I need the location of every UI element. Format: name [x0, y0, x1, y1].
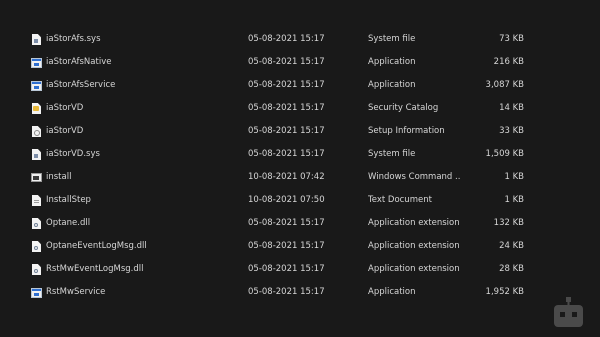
file-name: iaStorAfsNative: [46, 57, 112, 67]
file-name: RstMwEventLogMsg.dll: [46, 264, 144, 274]
file-type: Windows Command ...: [368, 172, 460, 182]
file-name: InstallStep: [46, 195, 91, 205]
file-size: 216 KB: [493, 57, 524, 67]
file-name: iaStorVD: [46, 103, 84, 113]
file-row[interactable]: iaStorVD.sys 05-08-2021 15:17 System fil…: [0, 143, 600, 166]
application-extension-icon: [31, 218, 42, 229]
file-size: 132 KB: [493, 218, 524, 228]
file-row[interactable]: iaStorAfsService 05-08-2021 15:17 Applic…: [0, 74, 600, 97]
file-size: 14 KB: [499, 103, 524, 113]
file-date-modified: 05-08-2021 15:17: [248, 57, 325, 67]
application-icon: [31, 287, 42, 298]
file-type: Setup Information: [368, 126, 445, 136]
system-file-icon: [31, 34, 42, 45]
file-type: Text Document: [368, 195, 432, 205]
file-type: Application extension: [368, 241, 460, 251]
application-extension-icon: [31, 241, 42, 252]
file-row[interactable]: InstallStep 10-08-2021 07:50 Text Docume…: [0, 189, 600, 212]
file-date-modified: 05-08-2021 15:17: [248, 264, 325, 274]
file-date-modified: 10-08-2021 07:42: [248, 172, 325, 182]
file-size: 3,087 KB: [485, 80, 524, 90]
file-type: System file: [368, 149, 416, 159]
system-file-icon: [31, 149, 42, 160]
file-size: 24 KB: [499, 241, 524, 251]
file-name: iaStorVD.sys: [46, 149, 100, 159]
file-date-modified: 10-08-2021 07:50: [248, 195, 325, 205]
file-row[interactable]: iaStorVD 05-08-2021 15:17 Security Catal…: [0, 97, 600, 120]
file-size: 1 KB: [504, 195, 524, 205]
file-type: Application extension: [368, 218, 460, 228]
file-type: Application: [368, 287, 416, 297]
file-row[interactable]: iaStorAfsNative 05-08-2021 15:17 Applica…: [0, 51, 600, 74]
text-document-icon: [31, 195, 42, 206]
file-name: RstMwService: [46, 287, 106, 297]
file-row[interactable]: RstMwService 05-08-2021 15:17 Applicatio…: [0, 281, 600, 304]
file-date-modified: 05-08-2021 15:17: [248, 241, 325, 251]
file-size: 1,952 KB: [485, 287, 524, 297]
file-date-modified: 05-08-2021 15:17: [248, 103, 325, 113]
file-row[interactable]: RstMwEventLogMsg.dll 05-08-2021 15:17 Ap…: [0, 258, 600, 281]
file-size: 33 KB: [499, 126, 524, 136]
file-type: System file: [368, 34, 416, 44]
file-row[interactable]: Optane.dll 05-08-2021 15:17 Application …: [0, 212, 600, 235]
file-type: Application: [368, 80, 416, 90]
file-date-modified: 05-08-2021 15:17: [248, 126, 325, 136]
file-explorer-window: iaStorAfs.sys 05-08-2021 15:17 System fi…: [0, 0, 600, 337]
file-name: Optane.dll: [46, 218, 91, 228]
file-date-modified: 05-08-2021 15:17: [248, 287, 325, 297]
file-type: Application: [368, 57, 416, 67]
application-icon: [31, 80, 42, 91]
file-type: Application extension: [368, 264, 460, 274]
file-row[interactable]: OptaneEventLogMsg.dll 05-08-2021 15:17 A…: [0, 235, 600, 258]
robot-logo-icon: [554, 297, 583, 327]
file-row[interactable]: iaStorVD 05-08-2021 15:17 Setup Informat…: [0, 120, 600, 143]
security-catalog-icon: [31, 103, 42, 114]
file-date-modified: 05-08-2021 15:17: [248, 34, 325, 44]
windows-command-script-icon: [31, 172, 42, 183]
file-size: 1,509 KB: [485, 149, 524, 159]
file-name: install: [46, 172, 72, 182]
file-type: Security Catalog: [368, 103, 439, 113]
file-name: iaStorAfsService: [46, 80, 116, 90]
application-extension-icon: [31, 264, 42, 275]
file-name: iaStorVD: [46, 126, 84, 136]
file-date-modified: 05-08-2021 15:17: [248, 149, 325, 159]
file-size: 73 KB: [499, 34, 524, 44]
file-name: iaStorAfs.sys: [46, 34, 101, 44]
file-size: 28 KB: [499, 264, 524, 274]
file-name: OptaneEventLogMsg.dll: [46, 241, 147, 251]
file-row[interactable]: install 10-08-2021 07:42 Windows Command…: [0, 166, 600, 189]
file-row[interactable]: iaStorAfs.sys 05-08-2021 15:17 System fi…: [0, 28, 600, 51]
application-icon: [31, 57, 42, 68]
file-size: 1 KB: [504, 172, 524, 182]
file-date-modified: 05-08-2021 15:17: [248, 218, 325, 228]
file-date-modified: 05-08-2021 15:17: [248, 80, 325, 90]
setup-information-icon: [31, 126, 42, 137]
file-list: iaStorAfs.sys 05-08-2021 15:17 System fi…: [0, 28, 600, 304]
